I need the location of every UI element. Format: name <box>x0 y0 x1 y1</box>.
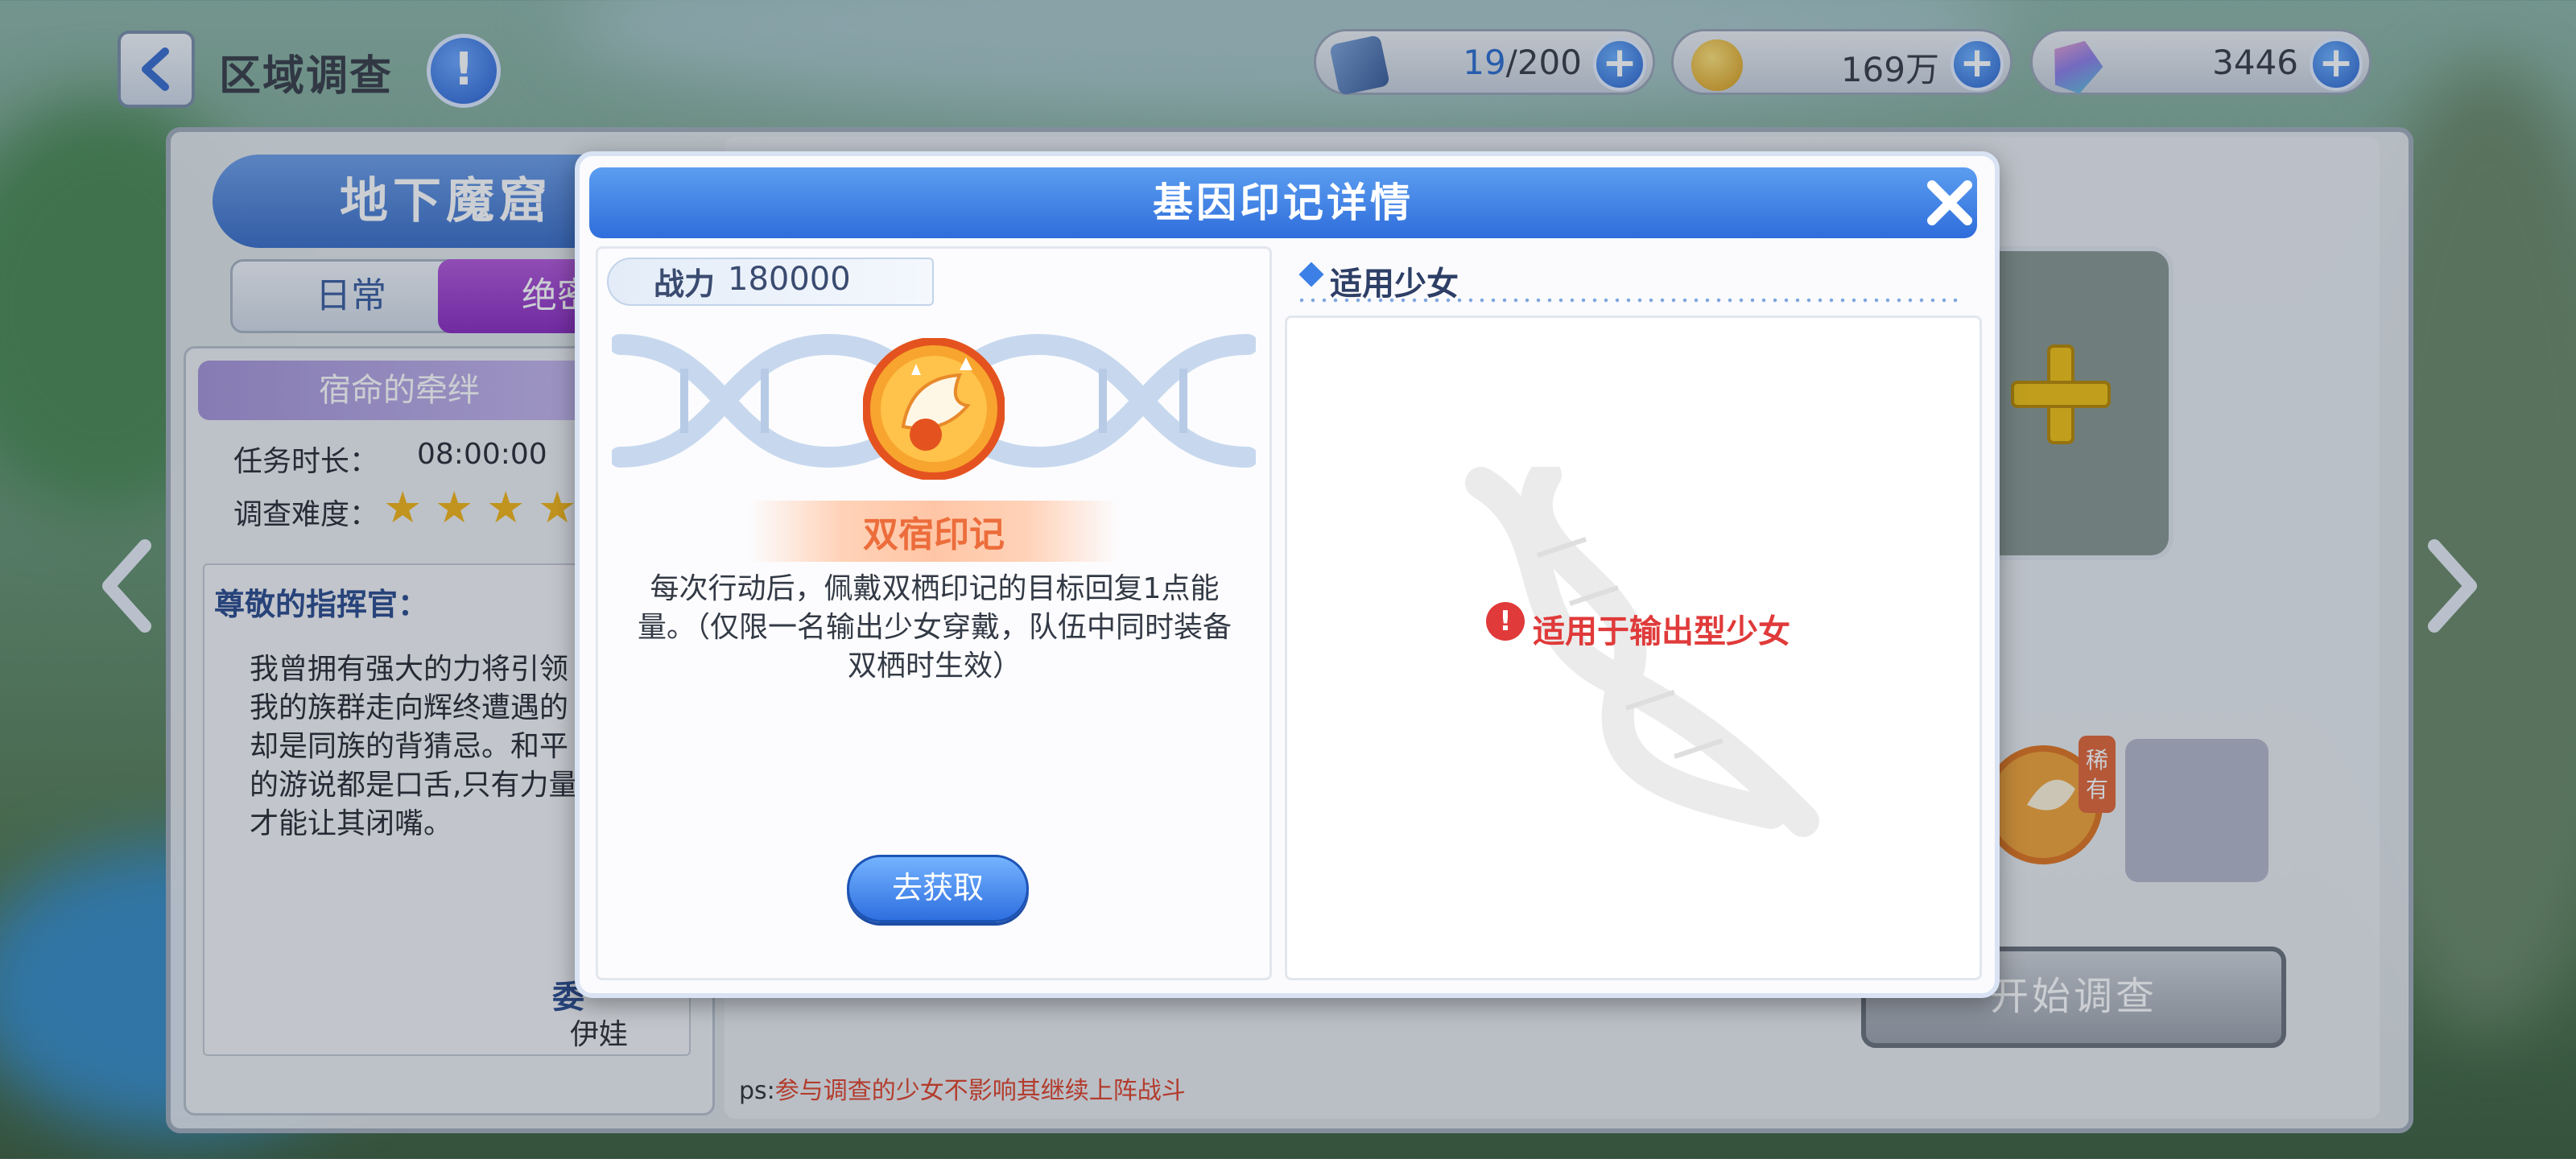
dialog-title: 基因印记详情 <box>1153 179 1414 226</box>
power-value: 180000 <box>728 261 851 298</box>
requirement-text: 适用于输出型少女 <box>1533 613 1790 650</box>
close-icon[interactable] <box>1919 172 1980 233</box>
dotted-divider <box>1296 298 1964 303</box>
mark-name: 双宿印记 <box>863 514 1005 555</box>
mark-description: 每次行动后，佩戴双栖印记的目标回复1点能量。（仅限一名输出少女穿戴，队伍中同时装… <box>637 572 1232 683</box>
wing-mark-medal-icon <box>863 338 1005 480</box>
dna-watermark-icon <box>1465 467 1819 837</box>
power-label: 战力 <box>654 266 716 302</box>
go-obtain-button[interactable]: 去获取 <box>847 855 1029 922</box>
warning-icon: ! <box>1486 602 1525 641</box>
